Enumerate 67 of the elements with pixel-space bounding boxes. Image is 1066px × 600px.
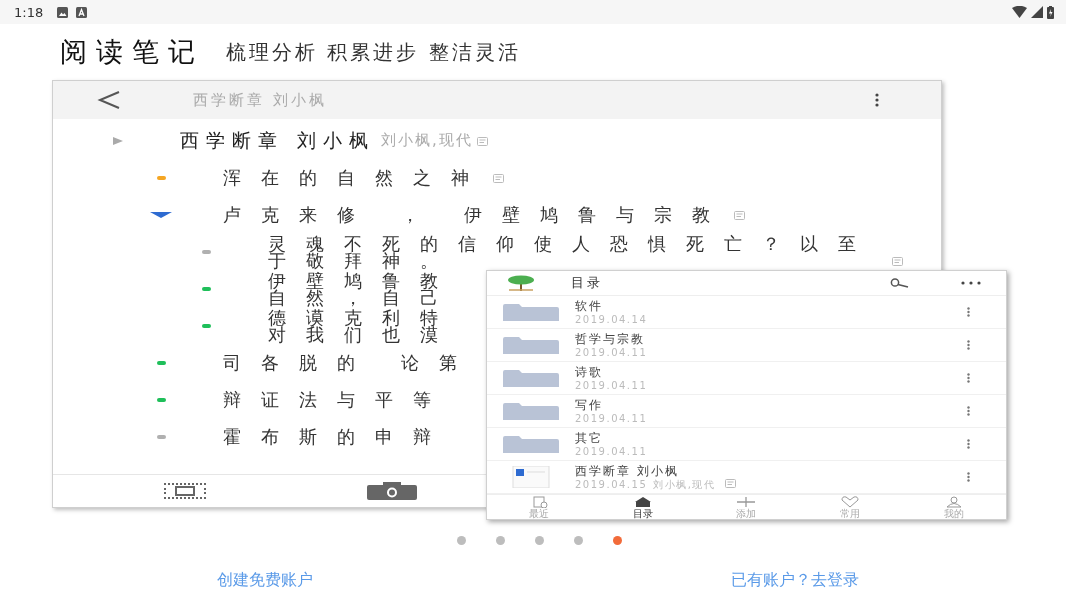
header-title: 目录 bbox=[571, 274, 603, 292]
camera-icon[interactable] bbox=[367, 482, 417, 500]
page-indicator-dot[interactable] bbox=[612, 535, 622, 545]
list-item[interactable]: 诗歌 2019.04.11 bbox=[487, 362, 1006, 395]
item-date: 2019.04.14 bbox=[575, 313, 648, 326]
expand-triangle-icon[interactable] bbox=[113, 136, 123, 145]
outline-item[interactable]: 辩证法与平等 bbox=[223, 391, 451, 408]
folder-icon bbox=[503, 402, 559, 420]
outline-item[interactable]: 对我们也漠 bbox=[268, 325, 458, 343]
battery-icon bbox=[1047, 5, 1054, 19]
more-icon[interactable] bbox=[967, 472, 970, 482]
item-tags: 刘小枫,现代 bbox=[381, 132, 473, 149]
item-name: 软件 bbox=[575, 298, 604, 313]
item-date: 2019.04.11 bbox=[575, 412, 648, 425]
page-subtitle: 梳理分析 积累进步 整洁灵活 bbox=[226, 38, 521, 66]
search-icon[interactable] bbox=[888, 278, 910, 288]
wifi-icon bbox=[1012, 6, 1027, 18]
image-icon bbox=[57, 6, 69, 18]
page-indicator-dot[interactable] bbox=[456, 535, 466, 545]
item-date: 2019.04.15 bbox=[575, 478, 648, 491]
more-icon[interactable] bbox=[967, 340, 970, 350]
folder-icon bbox=[503, 369, 559, 387]
outline-item[interactable]: 霍布斯的申辩 bbox=[223, 428, 451, 445]
item-name: 写作 bbox=[575, 397, 604, 412]
item-name: 西学断章 刘小枫 bbox=[575, 463, 680, 478]
signal-icon bbox=[1031, 6, 1043, 18]
folder-icon bbox=[503, 435, 559, 453]
item-name: 其它 bbox=[575, 430, 604, 445]
collapse-triangle-icon[interactable] bbox=[150, 211, 172, 218]
more-icon[interactable] bbox=[875, 93, 879, 107]
header-title: 西学断章 刘小枫 bbox=[193, 90, 327, 110]
more-icon[interactable] bbox=[960, 281, 982, 285]
outline-item[interactable]: 灵魂不死的信仰使人恐惧死亡？以至于敬拜神。 bbox=[268, 234, 888, 269]
outline-item[interactable]: 德谟克利特 bbox=[268, 308, 458, 326]
tab-icon bbox=[735, 495, 758, 508]
folder-icon bbox=[503, 303, 559, 321]
page-indicator-dot[interactable] bbox=[534, 535, 544, 545]
outline-item[interactable]: 伊壁鸠鲁教 bbox=[268, 271, 458, 289]
more-icon[interactable] bbox=[967, 307, 970, 317]
folder-icon bbox=[503, 336, 559, 354]
scan-icon[interactable] bbox=[163, 483, 207, 499]
item-name: 哲学与宗教 bbox=[575, 331, 646, 346]
more-icon[interactable] bbox=[967, 406, 970, 416]
list-item[interactable]: 哲学与宗教 2019.04.11 bbox=[487, 329, 1006, 362]
item-date: 2019.04.11 bbox=[575, 346, 648, 359]
page-indicator-dot[interactable] bbox=[495, 535, 505, 545]
outline-item[interactable]: 浑在的自然之神 bbox=[223, 169, 489, 186]
tree-icon bbox=[505, 275, 537, 291]
item-date: 2019.04.11 bbox=[575, 445, 648, 458]
outline-item[interactable]: 西学断章 刘小枫 bbox=[180, 132, 376, 149]
more-icon[interactable] bbox=[967, 439, 970, 449]
item-date: 2019.04.11 bbox=[575, 379, 648, 392]
tab-icon bbox=[839, 495, 862, 508]
list-item[interactable]: 软件 2019.04.14 bbox=[487, 296, 1006, 329]
more-icon[interactable] bbox=[967, 373, 970, 383]
item-tags: 刘小枫,现代 bbox=[653, 478, 716, 491]
nav-tab[interactable]: 目录 bbox=[590, 495, 695, 519]
list-item[interactable]: 其它 2019.04.11 bbox=[487, 428, 1006, 461]
list-item[interactable]: 写作 2019.04.11 bbox=[487, 395, 1006, 428]
back-icon[interactable] bbox=[97, 90, 121, 110]
item-name: 诗歌 bbox=[575, 364, 604, 379]
outline-item[interactable]: 卢克来修 ， 伊壁鸠鲁与宗教 bbox=[223, 206, 731, 223]
page-indicator-dot[interactable] bbox=[573, 535, 583, 545]
clock-time: 1:18 bbox=[14, 4, 44, 20]
letter-icon bbox=[76, 6, 88, 18]
page-title: 阅读笔记 bbox=[60, 35, 204, 69]
outline-item[interactable]: 司各脱的 论第 bbox=[223, 354, 477, 371]
